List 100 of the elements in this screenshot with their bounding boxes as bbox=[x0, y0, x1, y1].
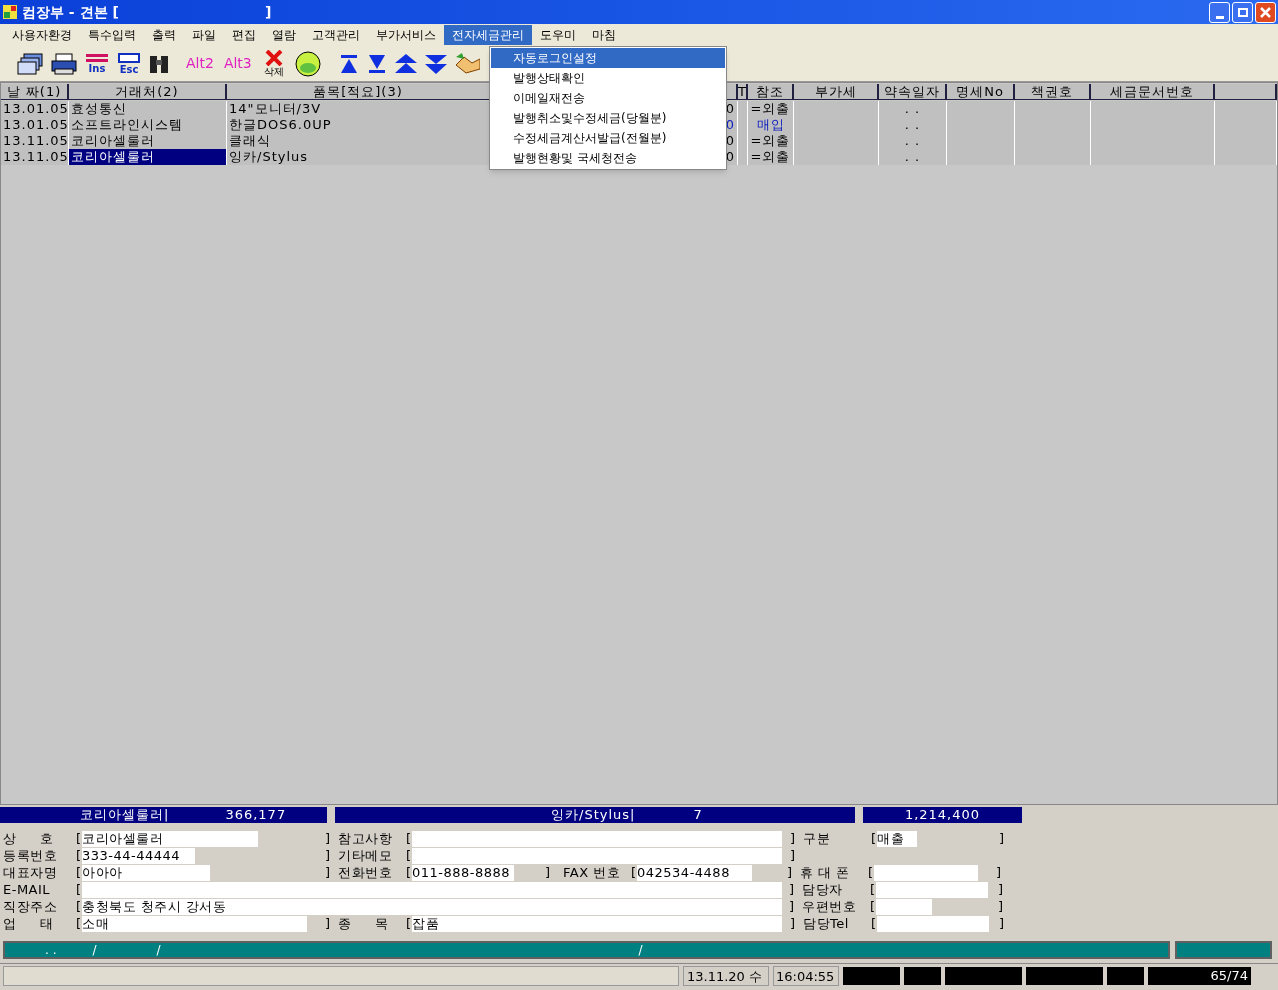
bracket: [ bbox=[76, 847, 82, 864]
input-field[interactable]: 소매 bbox=[82, 915, 307, 932]
input-field[interactable]: 코리아셀룰러 bbox=[82, 830, 258, 847]
table-cell: 잉카/Stylus bbox=[227, 149, 491, 165]
window-title: 컴장부 - 견본 [ ] bbox=[22, 2, 272, 22]
dropdown-item[interactable]: 자동로그인설정 bbox=[491, 48, 725, 68]
table-cell: 13.01.05 bbox=[1, 101, 69, 117]
field-label: 등록번호 bbox=[3, 847, 58, 864]
bracket: [ bbox=[76, 864, 82, 881]
bracket: ] bbox=[325, 847, 331, 864]
menu-item[interactable]: 부가서비스 bbox=[368, 25, 444, 45]
bracket: ] bbox=[790, 847, 796, 864]
menu-item[interactable]: 전자세금관리 bbox=[444, 25, 532, 45]
table-cell: . . bbox=[879, 117, 947, 133]
bracket: [ bbox=[406, 864, 412, 881]
summary-name: 잉카/Stylus| bbox=[551, 806, 636, 825]
table-cell: . . bbox=[879, 149, 947, 165]
table-cell: =외출 bbox=[748, 133, 794, 149]
bracket: ] bbox=[999, 915, 1005, 932]
bracket: ] bbox=[790, 915, 796, 932]
column-header[interactable]: 세금문서번호 bbox=[1091, 84, 1215, 100]
field-label: 상 호 bbox=[3, 830, 55, 847]
column-header[interactable]: 책권호 bbox=[1015, 84, 1091, 100]
field-label: 종 목 bbox=[338, 915, 390, 932]
menu-item[interactable]: 열람 bbox=[264, 25, 304, 45]
field-label: 구분 bbox=[803, 830, 831, 847]
column-header[interactable]: 명세No bbox=[947, 84, 1015, 100]
table-cell: 13.11.05 bbox=[1, 133, 69, 149]
bracket: [ bbox=[406, 915, 412, 932]
bracket: ] bbox=[996, 864, 1002, 881]
bracket: [ bbox=[76, 915, 82, 932]
field-label: FAX 번호 bbox=[563, 864, 622, 881]
table-cell: 한글DOS6.0UP bbox=[227, 117, 491, 133]
escape-button[interactable]: Esc bbox=[116, 52, 142, 75]
menu-item[interactable]: 출력 bbox=[144, 25, 184, 45]
strip-mark: / bbox=[156, 942, 161, 959]
bracket: [ bbox=[406, 830, 412, 847]
field-label: 휴 대 폰 bbox=[800, 864, 851, 881]
table-cell: 매입 bbox=[748, 117, 794, 133]
bracket: [ bbox=[870, 881, 876, 898]
status-time: 16:04:55 bbox=[773, 965, 839, 986]
delete-button[interactable]: 삭제 bbox=[259, 50, 288, 77]
menu-item[interactable]: 고객관리 bbox=[304, 25, 368, 45]
field-label: 우편번호 bbox=[802, 898, 857, 915]
menu-item[interactable]: 도우미 bbox=[532, 25, 584, 45]
summary-value: 7 bbox=[693, 806, 703, 825]
column-header[interactable]: 참조 bbox=[748, 84, 794, 100]
bracket: [ bbox=[868, 864, 874, 881]
status-date: 13.11.20 수 bbox=[683, 965, 769, 986]
input-field[interactable]: 충청북도 청주시 강서동 bbox=[82, 898, 782, 915]
column-header[interactable]: 품목[적요](3) bbox=[227, 84, 491, 100]
summary-value: 1,214,400 bbox=[904, 806, 981, 825]
menu-item[interactable]: 사용자환경 bbox=[4, 25, 80, 45]
field-label: 담당Tel bbox=[803, 915, 850, 932]
insert-button[interactable]: Ins bbox=[84, 53, 110, 74]
bracket: [ bbox=[871, 915, 877, 932]
column-header[interactable]: 날 짜(1) bbox=[1, 84, 69, 100]
menu-item[interactable]: 파일 bbox=[184, 25, 224, 45]
table-cell: =외출 bbox=[748, 101, 794, 117]
table-cell: . . bbox=[879, 101, 947, 117]
field-label: E-MAIL bbox=[3, 881, 52, 898]
bracket: [ bbox=[76, 898, 82, 915]
input-field[interactable]: 잡품 bbox=[412, 915, 782, 932]
input-field[interactable]: 011-888-8888 bbox=[412, 864, 514, 881]
field-label: 참고사항 bbox=[338, 830, 393, 847]
summary-value: 366,177 bbox=[225, 806, 287, 825]
table-cell: 코리아셀룰러 bbox=[69, 133, 227, 149]
bracket: [ bbox=[631, 864, 637, 881]
column-header[interactable]: 거래처(2) bbox=[69, 84, 227, 100]
field-label: 담당자 bbox=[802, 881, 844, 898]
menu-item[interactable]: 편집 bbox=[224, 25, 264, 45]
field-label: 대표자명 bbox=[3, 864, 58, 881]
input-field[interactable]: 아아아 bbox=[82, 864, 210, 881]
bracket: ] bbox=[790, 830, 796, 847]
table-cell: 13.11.05 bbox=[1, 149, 69, 165]
column-header[interactable]: 부가세 bbox=[794, 84, 879, 100]
input-field[interactable]: 매출 bbox=[877, 830, 917, 847]
bracket: ] bbox=[787, 864, 793, 881]
bracket: ] bbox=[789, 898, 795, 915]
bracket: [ bbox=[76, 830, 82, 847]
table-cell: 클래식 bbox=[227, 133, 491, 149]
input-field[interactable]: 333-44-44444 bbox=[82, 847, 195, 864]
field-label: 기타메모 bbox=[338, 847, 393, 864]
field-label: 전화번호 bbox=[338, 864, 393, 881]
table-cell: 코리아셀룰러 bbox=[69, 149, 227, 165]
dropdown-item[interactable]: 발행상태확인 bbox=[491, 68, 725, 88]
record-count: 65/74 bbox=[1148, 966, 1251, 985]
bracket: ] bbox=[325, 830, 331, 847]
dropdown-item[interactable]: 발행현황및 국세청전송 bbox=[491, 148, 725, 168]
input-field[interactable]: 042534-4488 bbox=[637, 864, 752, 881]
bracket: ] bbox=[325, 864, 331, 881]
strip-mark: / bbox=[638, 942, 643, 959]
table-cell: 소프트라인시스템 bbox=[69, 117, 227, 133]
bracket: ] bbox=[999, 830, 1005, 847]
bracket: ] bbox=[789, 881, 795, 898]
column-header[interactable]: 약속일자 bbox=[879, 84, 947, 100]
menu-item[interactable]: 마침 bbox=[584, 25, 624, 45]
bracket: ] bbox=[998, 898, 1004, 915]
table-cell: 효성통신 bbox=[69, 101, 227, 117]
menu-item[interactable]: 특수입력 bbox=[80, 25, 144, 45]
